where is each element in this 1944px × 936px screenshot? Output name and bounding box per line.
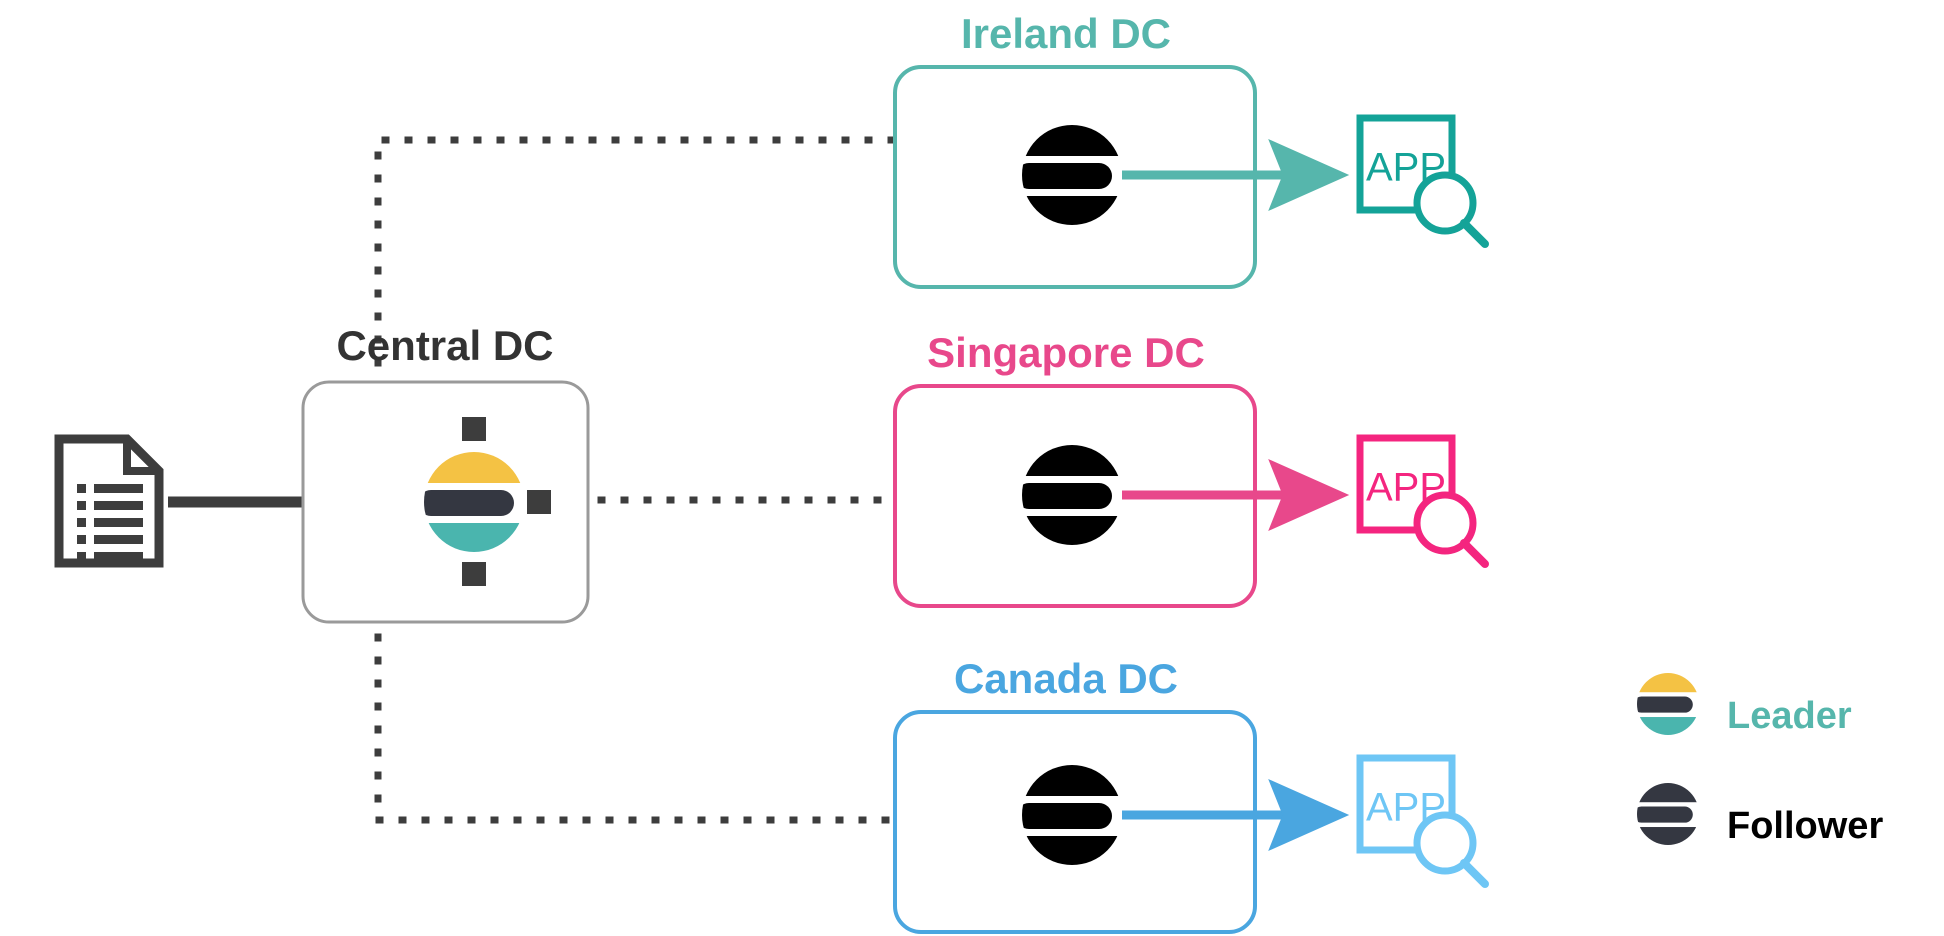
singapore-dc-title: Singapore DC	[927, 329, 1205, 376]
top-connector	[462, 417, 486, 441]
diagram-canvas: Central DC Ireland DC APP Singapore DC A…	[54, 10, 1883, 934]
central-dc-title: Central DC	[336, 322, 553, 369]
bottom-connector	[462, 562, 486, 586]
source-document-icon	[54, 434, 164, 568]
legend: Leader Follower	[1637, 673, 1883, 847]
singapore-app-icon[interactable]: APP	[1356, 434, 1489, 568]
legend-label-leader: Leader	[1727, 695, 1852, 737]
canada-dc-title: Canada DC	[954, 655, 1178, 702]
legend-item-follower: Follower	[1637, 783, 1883, 847]
ireland-app-icon[interactable]: APP	[1356, 114, 1489, 248]
elasticsearch-follower-icon	[1637, 783, 1700, 846]
legend-label-follower: Follower	[1727, 805, 1883, 847]
ireland-dc-title: Ireland DC	[961, 10, 1171, 57]
right-connector	[527, 490, 551, 514]
canada-app-icon[interactable]: APP	[1356, 754, 1489, 888]
replication-diagram: Central DC Ireland DC APP Singapore DC A…	[0, 0, 1944, 936]
elasticsearch-leader-icon	[1637, 673, 1700, 736]
legend-item-leader: Leader	[1637, 673, 1852, 737]
